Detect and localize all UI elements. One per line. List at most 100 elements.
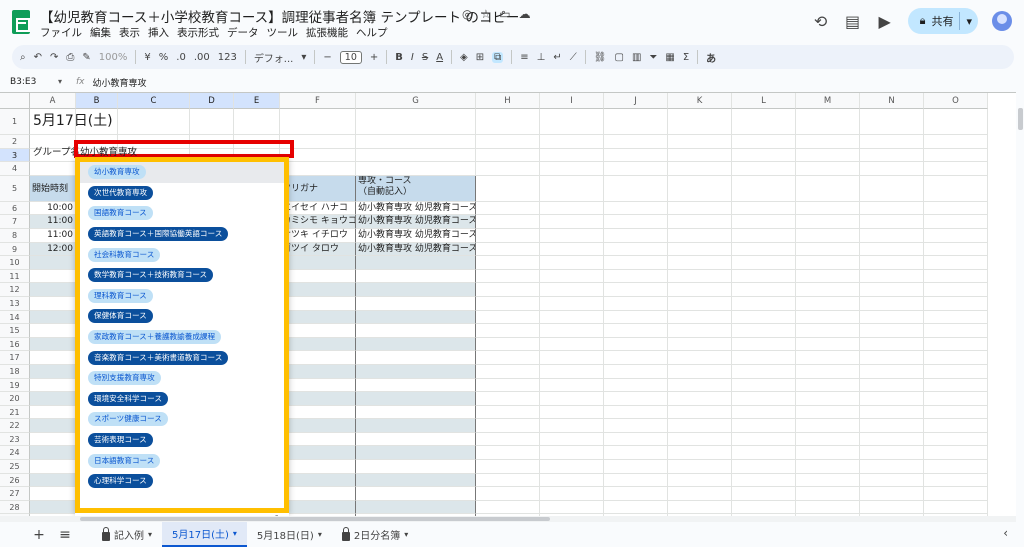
functions-icon[interactable]: Σ (683, 52, 689, 63)
cell[interactable] (540, 148, 604, 163)
cell[interactable] (796, 162, 860, 176)
cell[interactable] (732, 283, 796, 297)
cell[interactable] (540, 392, 604, 406)
cell[interactable] (668, 324, 732, 338)
cell[interactable] (604, 162, 668, 176)
bold-button[interactable]: B (395, 52, 403, 63)
cell[interactable] (356, 473, 476, 488)
cell[interactable] (30, 283, 76, 297)
cell[interactable] (540, 405, 604, 420)
cell[interactable] (604, 487, 668, 501)
cell[interactable] (540, 446, 604, 461)
cell[interactable] (668, 109, 732, 135)
cell[interactable] (30, 473, 76, 488)
cell[interactable] (280, 337, 356, 352)
cell[interactable] (668, 405, 732, 420)
cell[interactable] (860, 460, 924, 474)
cell[interactable] (356, 419, 476, 433)
row-header-25[interactable]: 25 (0, 460, 30, 474)
major-cell[interactable]: 幼小教育専攻 幼児教育コース (356, 228, 476, 243)
dropdown-option[interactable]: 特別支援教育専攻 (80, 368, 284, 389)
cell[interactable] (356, 296, 476, 311)
cell[interactable] (604, 446, 668, 461)
cell[interactable] (668, 201, 732, 216)
cell[interactable] (604, 228, 668, 243)
cell[interactable] (540, 283, 604, 297)
cell[interactable] (860, 256, 924, 270)
comment-icon[interactable]: ▤ (844, 12, 862, 31)
row-header-5[interactable]: 5 (0, 175, 30, 202)
cell[interactable] (476, 201, 540, 216)
cell[interactable] (924, 419, 988, 433)
cell[interactable] (280, 405, 356, 420)
major-cell[interactable]: 幼小教育専攻 幼児教育コース (356, 201, 476, 216)
cell[interactable] (924, 296, 988, 311)
column-header-f[interactable]: F (280, 93, 356, 109)
cell[interactable] (796, 460, 860, 474)
cell[interactable] (668, 500, 732, 515)
filter-icon[interactable]: ⏷ (649, 52, 657, 63)
dropdown-option[interactable]: スポーツ健康コース (80, 409, 284, 430)
major-cell[interactable]: 幼小教育専攻 幼児教育コース (356, 242, 476, 257)
cell[interactable] (668, 228, 732, 243)
column-header-m[interactable]: M (796, 93, 860, 109)
cell[interactable] (280, 296, 356, 311)
row-header-24[interactable]: 24 (0, 446, 30, 461)
row-header-17[interactable]: 17 (0, 351, 30, 365)
cell[interactable] (30, 487, 76, 501)
cell[interactable] (356, 487, 476, 501)
row-header-18[interactable]: 18 (0, 364, 30, 379)
cell[interactable] (604, 135, 668, 149)
sheet-tab[interactable]: 5月17日(土) ▾ (162, 522, 247, 547)
strikethrough-button[interactable]: S (422, 52, 428, 63)
row-header-26[interactable]: 26 (0, 473, 30, 488)
cell[interactable] (668, 460, 732, 474)
cell[interactable] (668, 364, 732, 379)
cell[interactable] (30, 364, 76, 379)
cell[interactable] (796, 500, 860, 515)
cell[interactable] (476, 109, 540, 135)
vertical-scroll-thumb[interactable] (1018, 108, 1023, 130)
decrease-decimal-button[interactable]: .0 (176, 52, 186, 63)
vertical-scrollbar[interactable] (1016, 92, 1024, 516)
cell[interactable] (476, 135, 540, 149)
cell[interactable] (732, 242, 796, 257)
row-header-16[interactable]: 16 (0, 337, 30, 352)
column-header-a[interactable]: A (30, 93, 76, 109)
row-header-28[interactable]: 28 (0, 500, 30, 515)
cell[interactable] (732, 228, 796, 243)
cell[interactable] (860, 201, 924, 216)
cell[interactable] (356, 256, 476, 270)
cell[interactable] (668, 269, 732, 284)
cell[interactable] (604, 296, 668, 311)
row-header-11[interactable]: 11 (0, 269, 30, 284)
cell[interactable] (796, 175, 860, 202)
dropdown-option[interactable]: 環境安全科学コース (80, 389, 284, 410)
cell[interactable] (668, 446, 732, 461)
dropdown-option[interactable]: 社会科教育コース (80, 244, 284, 265)
cell[interactable] (356, 283, 476, 297)
cell[interactable] (732, 269, 796, 284)
cell[interactable] (540, 324, 604, 338)
cell[interactable] (476, 432, 540, 447)
cell[interactable] (30, 405, 76, 420)
row-header-9[interactable]: 9 (0, 242, 30, 257)
cell[interactable] (356, 135, 476, 149)
cell[interactable] (356, 405, 476, 420)
sheet-tab[interactable]: 5月18日(日) ▾ (247, 522, 332, 547)
cell[interactable] (924, 473, 988, 488)
row-header-22[interactable]: 22 (0, 419, 30, 433)
cell[interactable] (860, 324, 924, 338)
cell[interactable] (924, 310, 988, 325)
cell[interactable] (280, 460, 356, 474)
menu-extensions[interactable]: 拡張機能 (306, 25, 348, 40)
cell[interactable] (476, 310, 540, 325)
cell[interactable] (924, 256, 988, 270)
cell[interactable] (924, 109, 988, 135)
row-header-2[interactable]: 2 (0, 135, 30, 149)
menu-tools[interactable]: ツール (267, 25, 299, 40)
start-time-cell[interactable]: 11:00 (30, 215, 76, 229)
vertical-align-icon[interactable]: ⊥ (537, 52, 546, 63)
cell[interactable] (860, 310, 924, 325)
cell[interactable] (476, 269, 540, 284)
